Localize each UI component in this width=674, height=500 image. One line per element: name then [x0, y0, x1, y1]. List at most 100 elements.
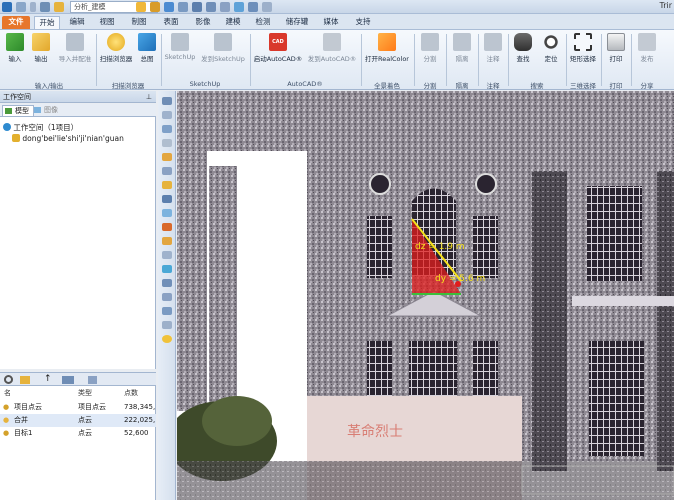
strip-tool-11-icon[interactable]: [162, 237, 172, 245]
pin-icon[interactable]: ⊥: [146, 91, 152, 103]
split-button[interactable]: 分割: [416, 33, 444, 63]
save-icon[interactable]: [40, 2, 50, 12]
app-logo-icon[interactable]: [2, 2, 12, 12]
quick-btn-8-icon[interactable]: [234, 2, 244, 12]
tab-model[interactable]: 模型: [2, 105, 34, 116]
scan-browser-button[interactable]: 扫描浏览器: [98, 33, 134, 63]
strip-tool-17-icon[interactable]: [162, 321, 172, 329]
bulb-icon[interactable]: ●: [3, 427, 9, 440]
column-1: [209, 166, 237, 406]
strip-tool-2-icon[interactable]: [162, 111, 172, 119]
quick-btn-7-icon[interactable]: [220, 2, 230, 12]
strip-tool-15-icon[interactable]: [162, 293, 172, 301]
strip-tool-6-icon[interactable]: [162, 167, 172, 175]
tab-home[interactable]: 开始: [34, 16, 60, 29]
tab-surface[interactable]: 表面: [158, 16, 184, 29]
group-3d-select-label: 三维选择: [570, 82, 596, 90]
ribbon-separator: [478, 34, 479, 86]
tree-project[interactable]: dong'bei'lie'shi'ji'nian'guan: [12, 134, 124, 143]
rect-select-button[interactable]: 矩形选择: [568, 33, 598, 63]
strip-tool-3-icon[interactable]: [162, 125, 172, 133]
arrow-up-icon[interactable]: ↑: [44, 374, 52, 384]
quick-btn-4-icon[interactable]: [178, 2, 188, 12]
search-icon[interactable]: [4, 375, 13, 384]
col-points[interactable]: 点数: [124, 388, 138, 398]
list-item[interactable]: ● 合并 点云 222,025,: [0, 414, 156, 427]
strip-tool-4-icon[interactable]: [162, 139, 172, 147]
tree-root[interactable]: 工作空间（1项目）: [3, 122, 78, 133]
launch-autocad-button[interactable]: CAD 启动AutoCAD®: [252, 33, 304, 63]
import-merge-button[interactable]: 导入并配准: [56, 33, 94, 63]
column-left: [177, 151, 207, 411]
export-button[interactable]: 输出: [30, 33, 52, 63]
strip-tool-16-icon[interactable]: [162, 307, 172, 315]
tab-view[interactable]: 视图: [94, 16, 120, 29]
bulb-icon[interactable]: ●: [3, 401, 9, 414]
tab-images[interactable]: 图像: [32, 105, 62, 116]
col-name[interactable]: 名: [4, 388, 11, 398]
quick-btn-1-icon[interactable]: [136, 2, 146, 12]
publish-button[interactable]: 发布: [633, 33, 661, 63]
list-toolbar: ↑: [0, 372, 156, 386]
ribbon-separator: [414, 34, 415, 86]
tab-media[interactable]: 媒体: [318, 16, 344, 29]
strip-tool-10-icon[interactable]: [162, 223, 172, 231]
strip-tool-13-icon[interactable]: [162, 265, 172, 273]
open-realcolor-button[interactable]: 打开RealColor: [363, 33, 411, 63]
strip-tool-5-icon[interactable]: [162, 153, 172, 161]
strip-tool-7-icon[interactable]: [162, 181, 172, 189]
quick-btn-10-icon[interactable]: [262, 2, 272, 12]
quick-btn-9-icon[interactable]: [248, 2, 258, 12]
tab-drawing[interactable]: 制图: [126, 16, 152, 29]
strip-tool-12-icon[interactable]: [162, 251, 172, 259]
sketchup-button[interactable]: SketchUp: [163, 33, 197, 61]
tab-modeling[interactable]: 建模: [220, 16, 246, 29]
quick-btn-6-icon[interactable]: [206, 2, 216, 12]
magnifier-icon: [542, 33, 560, 51]
overview-button[interactable]: 总图: [136, 33, 158, 63]
group-share-label: 分享: [640, 82, 654, 90]
col-type[interactable]: 类型: [78, 388, 92, 398]
strip-tool-8-icon[interactable]: [162, 195, 172, 203]
object-list: 名 类型 点数 ● 项目点云 项目点云 738,345, ● 合并 点云 222…: [0, 386, 156, 500]
find-button[interactable]: 查找: [510, 33, 536, 63]
3d-viewport[interactable]: dz = 1.9 m dy = 5.6 m 革命烈士: [177, 91, 674, 500]
quick-btn-3-icon[interactable]: [164, 2, 174, 12]
strip-tool-18-icon[interactable]: [162, 335, 172, 343]
tab-tanks[interactable]: 储存罐: [282, 16, 312, 29]
strip-tool-9-icon[interactable]: [162, 209, 172, 217]
workspace-tree: 工作空间（1项目） dong'bei'lie'shi'ji'nian'guan: [0, 117, 156, 369]
tab-support[interactable]: 支持: [350, 16, 376, 29]
send-autocad-button[interactable]: 发到AutoCAD®: [306, 33, 358, 63]
tab-imaging[interactable]: 影像: [190, 16, 216, 29]
settings-icon[interactable]: [88, 376, 97, 384]
folder-icon[interactable]: [54, 2, 64, 12]
annotate-button[interactable]: 注释: [480, 33, 506, 63]
locate-button[interactable]: 定位: [538, 33, 564, 63]
tab-file[interactable]: 文件: [2, 16, 30, 29]
round-window-left: [369, 173, 391, 195]
quick-btn-2-icon[interactable]: [150, 2, 160, 12]
group-annotate-label: 注释: [486, 82, 500, 90]
list-item[interactable]: ● 项目点云 项目点云 738,345,: [0, 401, 156, 414]
folder-icon[interactable]: [20, 376, 30, 384]
import-button[interactable]: 输入: [4, 33, 26, 63]
tab-inspection[interactable]: 检测: [250, 16, 276, 29]
strip-tool-1-icon[interactable]: [162, 97, 172, 105]
bulb-icon[interactable]: ●: [3, 414, 9, 427]
group-search-label: 搜索: [530, 82, 544, 90]
import-merge-icon: [66, 33, 84, 51]
sketchup-icon: [171, 33, 189, 51]
quick-btn-5-icon[interactable]: [192, 2, 202, 12]
print-button[interactable]: 打印: [603, 33, 629, 63]
send-sketchup-button[interactable]: 发到SketchUp: [199, 33, 247, 63]
undo-icon[interactable]: [16, 2, 26, 12]
view-icon[interactable]: [62, 376, 74, 384]
strip-tool-14-icon[interactable]: [162, 279, 172, 287]
dropdown-icon[interactable]: [30, 2, 36, 12]
autocad-icon: CAD: [269, 33, 287, 51]
list-item[interactable]: ● 目标1 点云 52,600: [0, 427, 156, 440]
isolate-button[interactable]: 隔离: [448, 33, 476, 63]
tab-edit[interactable]: 编辑: [64, 16, 90, 29]
ribbon-separator: [508, 34, 509, 86]
